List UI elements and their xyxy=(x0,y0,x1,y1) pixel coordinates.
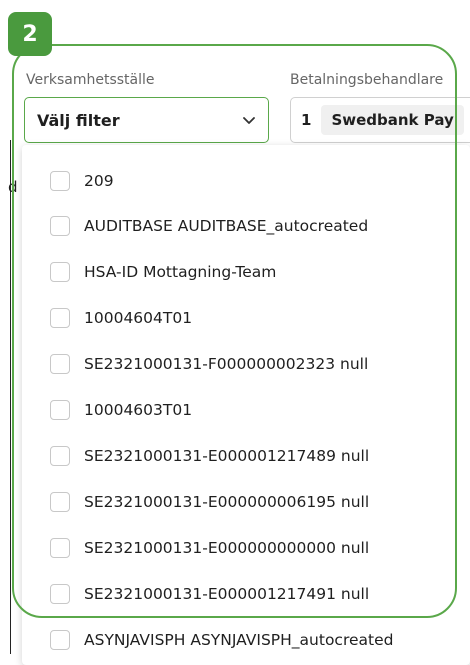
processor-filter-label: Betalningsbehandlare xyxy=(290,72,444,88)
processor-filter-select[interactable]: 1 Swedbank Pay xyxy=(290,97,470,143)
option-label: ASYNJAVISPH ASYNJAVISPH_autocreated xyxy=(84,631,394,649)
option-item[interactable]: 209 xyxy=(22,163,470,199)
selected-processor-chip[interactable]: Swedbank Pay xyxy=(321,105,464,135)
option-checkbox[interactable] xyxy=(50,262,70,282)
option-item[interactable]: 10004604T01 xyxy=(22,300,470,336)
option-item[interactable]: SE2321000131-E000001217491 null xyxy=(22,576,470,612)
option-checkbox[interactable] xyxy=(50,630,70,650)
location-filter-label: Verksamhetsställe xyxy=(26,72,155,88)
option-item[interactable]: ASYNJAVISPH ASYNJAVISPH_autocreated xyxy=(22,622,470,658)
option-label: SE2321000131-E000000000000 null xyxy=(84,539,370,557)
option-label: SE2321000131-F000000002323 null xyxy=(84,355,369,373)
option-checkbox[interactable] xyxy=(50,446,70,466)
option-label: SE2321000131-E000000006195 null xyxy=(84,493,370,511)
option-checkbox[interactable] xyxy=(50,354,70,374)
option-label: 10004603T01 xyxy=(84,401,193,419)
option-checkbox[interactable] xyxy=(50,171,70,191)
location-filter-select[interactable]: Välj filter xyxy=(24,97,269,143)
option-item[interactable]: SE2321000131-F000000002323 null xyxy=(22,346,470,382)
option-label: 10004604T01 xyxy=(84,309,193,327)
option-item[interactable]: SE2321000131-E000001217489 null xyxy=(22,438,470,474)
step-badge: 2 xyxy=(8,12,52,56)
option-item[interactable]: 10004603T01 xyxy=(22,392,470,428)
location-options-dropdown: 209 AUDITBASE AUDITBASE_autocreated HSA-… xyxy=(22,145,470,665)
option-label: AUDITBASE AUDITBASE_autocreated xyxy=(84,217,369,235)
option-label: HSA-ID Mottagning-Team xyxy=(84,263,277,281)
option-checkbox[interactable] xyxy=(50,308,70,328)
chevron-down-icon xyxy=(243,117,255,124)
selected-count: 1 xyxy=(301,111,312,129)
option-item[interactable]: AUDITBASE AUDITBASE_autocreated xyxy=(22,208,470,244)
option-checkbox[interactable] xyxy=(50,216,70,236)
option-item[interactable]: HSA-ID Mottagning-Team xyxy=(22,254,470,290)
option-label: 209 xyxy=(84,172,114,190)
option-label: SE2321000131-E000001217489 null xyxy=(84,447,370,465)
location-filter-value: Välj filter xyxy=(37,110,120,130)
option-checkbox[interactable] xyxy=(50,538,70,558)
option-item[interactable]: SE2321000131-E000000006195 null xyxy=(22,484,470,520)
option-checkbox[interactable] xyxy=(50,492,70,512)
option-item[interactable]: SE2321000131-E000000000000 null xyxy=(22,530,470,566)
option-checkbox[interactable] xyxy=(50,584,70,604)
panel-edge xyxy=(10,140,11,654)
option-checkbox[interactable] xyxy=(50,400,70,420)
background-text: d xyxy=(8,178,18,196)
option-label: SE2321000131-E000001217491 null xyxy=(84,585,370,603)
